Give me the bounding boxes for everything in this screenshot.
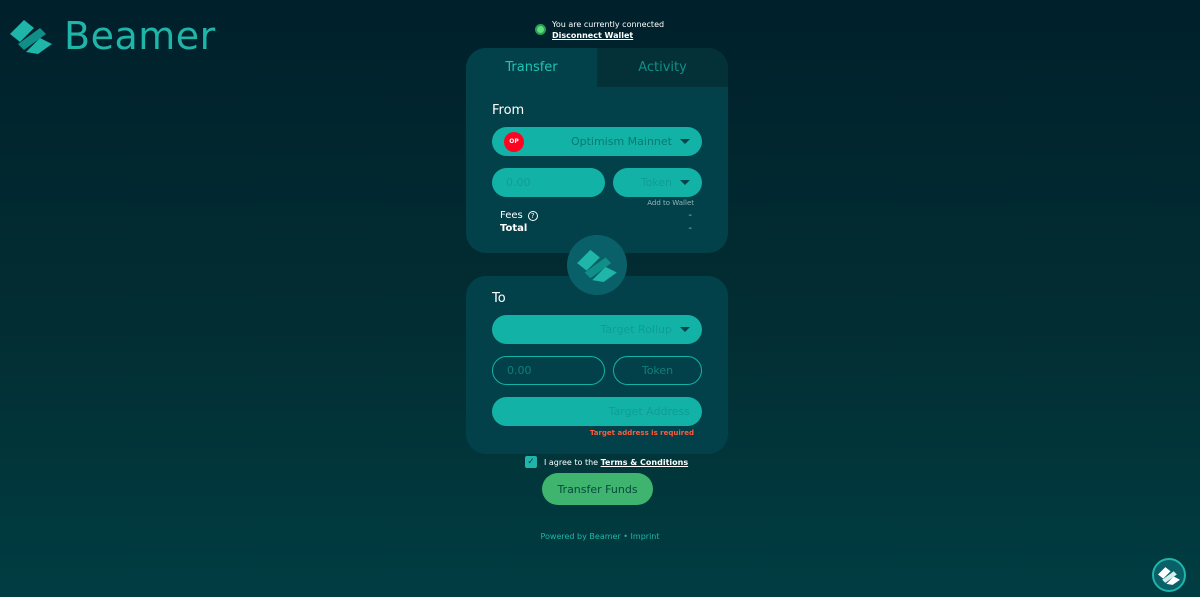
to-amount-field: 0.00 [492,356,605,385]
add-to-wallet-link[interactable]: Add to Wallet [647,199,694,207]
tab-activity[interactable]: Activity [597,48,728,87]
brand-logo[interactable]: Beamer [10,14,216,58]
from-card: Transfer Activity From OP Optimism Mainn… [466,48,728,253]
fees-row: Fees ? [500,210,538,221]
tab-bar: Transfer Activity [466,48,728,87]
optimism-icon: OP [504,131,524,152]
beamer-logo-icon [1158,566,1180,585]
terms-agreement: ✓ I agree to the Terms & Conditions [525,456,688,468]
beamer-center-icon [567,235,627,295]
total-label: Total [500,223,528,234]
connected-status-icon [535,24,546,35]
beamer-help-button[interactable] [1152,558,1186,592]
fees-value: - [688,210,692,221]
from-label: From [492,103,525,118]
total-value: - [688,223,692,234]
from-token-label: Token [640,176,672,189]
to-token-label: Token [641,364,674,377]
terms-link[interactable]: Terms & Conditions [601,458,688,467]
from-token-select[interactable]: Token [613,168,702,197]
beamer-logo-icon [10,20,52,54]
fees-label: Fees [500,210,523,221]
agree-prefix: I agree to the [544,457,599,467]
target-address-error: Target address is required [589,429,694,437]
terms-checkbox[interactable]: ✓ [525,456,537,468]
from-amount-placeholder: 0.00 [506,176,531,189]
target-address-input[interactable]: Target Address [492,397,702,426]
footer: Powered by Beamer • Imprint [0,532,1200,541]
powered-by-link[interactable]: Powered by Beamer [541,532,621,541]
target-rollup-select[interactable]: Target Rollup [492,315,702,344]
to-label: To [492,291,506,306]
imprint-link[interactable]: Imprint [631,532,660,541]
to-token-field: Token [613,356,702,385]
source-network-name: Optimism Mainnet [570,135,672,148]
transfer-funds-button[interactable]: Transfer Funds [542,473,653,505]
chevron-down-icon [680,327,690,332]
tab-transfer[interactable]: Transfer [466,48,597,87]
footer-separator: • [623,532,628,541]
source-network-select[interactable]: OP Optimism Mainnet [492,127,702,156]
connection-status: You are currently connected Disconnect W… [535,19,664,41]
to-amount-placeholder: 0.00 [507,364,532,377]
chevron-down-icon [680,180,690,185]
chevron-down-icon [680,139,690,144]
beamer-logo-icon [577,249,617,282]
target-rollup-placeholder: Target Rollup [600,323,672,336]
help-icon[interactable]: ? [527,210,538,221]
to-card: To Target Rollup 0.00 Token Target Addre… [466,276,728,454]
disconnect-wallet-link[interactable]: Disconnect Wallet [552,30,664,41]
from-amount-input[interactable]: 0.00 [492,168,605,197]
connection-text: You are currently connected [552,20,665,29]
target-address-placeholder: Target Address [608,405,690,418]
brand-name: Beamer [64,14,216,58]
